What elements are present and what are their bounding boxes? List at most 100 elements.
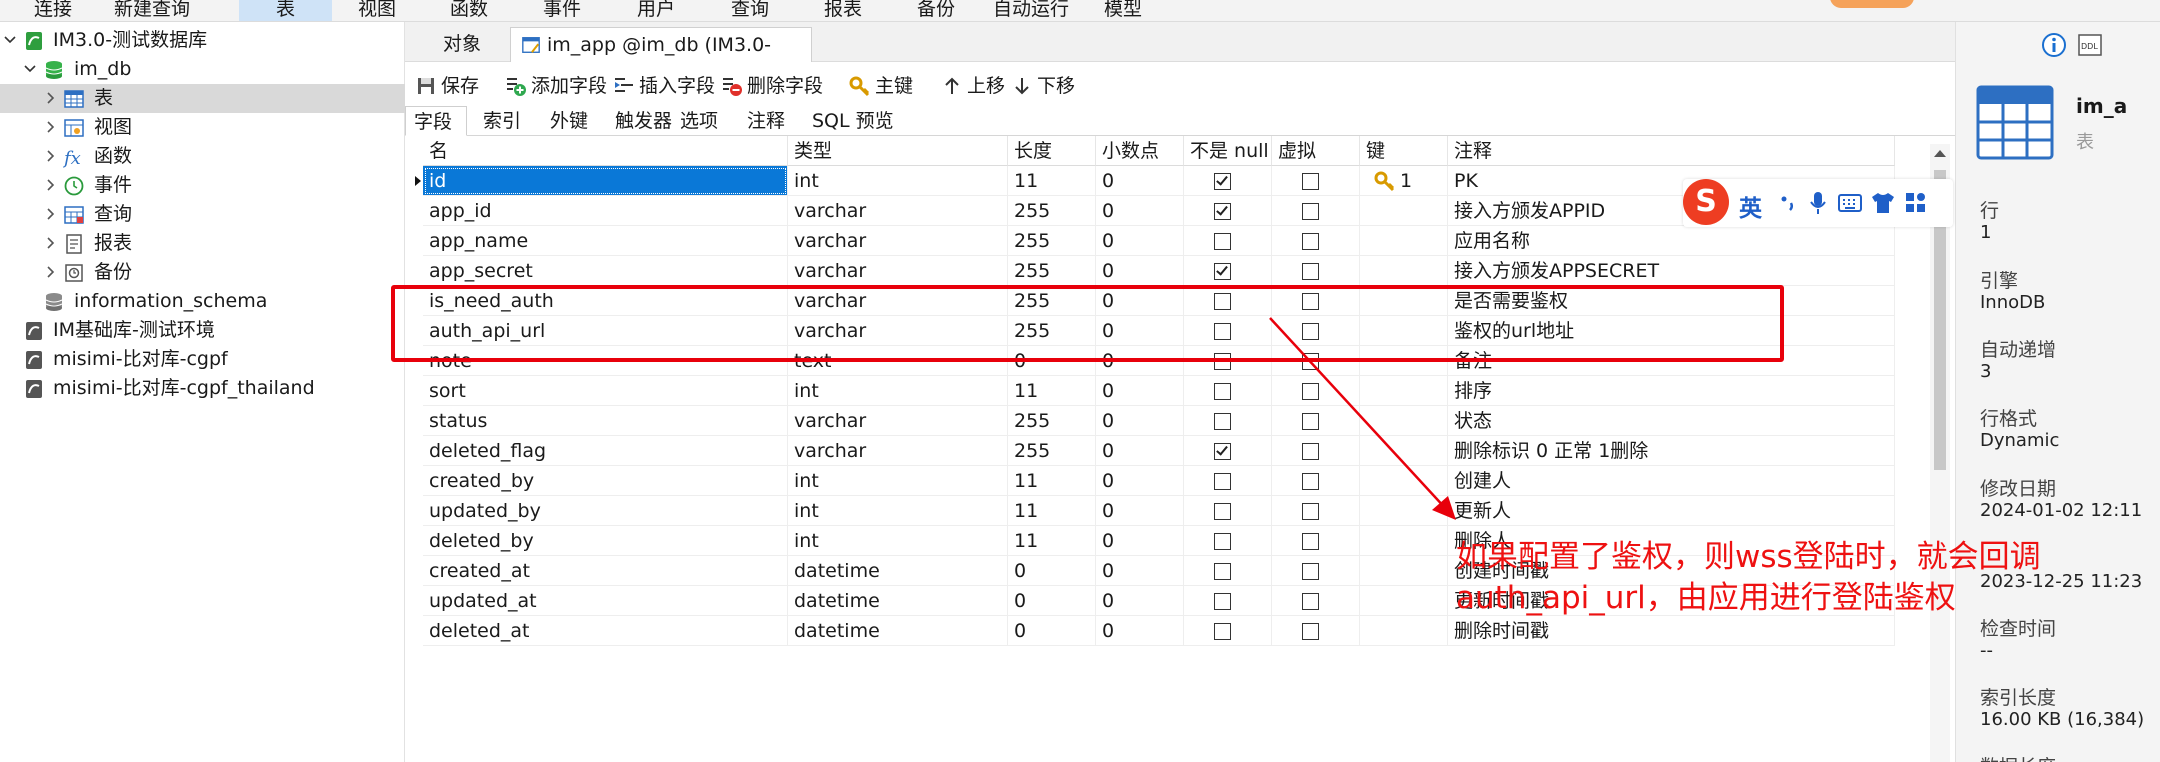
cell-comment[interactable]: 应用名称 bbox=[1448, 226, 1895, 256]
cell-comment[interactable]: 更新人 bbox=[1448, 496, 1895, 526]
cell-comment[interactable]: 排序 bbox=[1448, 376, 1895, 406]
cell-virtual[interactable] bbox=[1272, 256, 1360, 286]
tab-indexes[interactable]: 索引 bbox=[475, 106, 529, 136]
not-null-checkbox[interactable] bbox=[1214, 563, 1231, 580]
cell-comment[interactable]: 删除标识 0 正常 1删除 bbox=[1448, 436, 1895, 466]
col-header-decimals[interactable]: 小数点 bbox=[1096, 136, 1184, 166]
ime-toolbar[interactable]: S 英 bbox=[1683, 179, 1953, 227]
cell-not-null[interactable] bbox=[1184, 166, 1272, 196]
virtual-checkbox[interactable] bbox=[1302, 383, 1319, 400]
cell-comment[interactable]: 状态 bbox=[1448, 406, 1895, 436]
cell-name[interactable]: deleted_flag bbox=[423, 436, 788, 466]
cell-length[interactable]: 11 bbox=[1008, 166, 1096, 196]
cell-name[interactable]: created_by bbox=[423, 466, 788, 496]
cell-key[interactable] bbox=[1360, 526, 1448, 556]
cell-comment[interactable]: 接入方颁发APPSECRET bbox=[1448, 256, 1895, 286]
cell-not-null[interactable] bbox=[1184, 256, 1272, 286]
cell-decimals[interactable]: 0 bbox=[1096, 196, 1184, 226]
not-null-checkbox[interactable] bbox=[1214, 203, 1231, 220]
cell-type[interactable]: int bbox=[788, 166, 1008, 196]
menu-new-query[interactable]: 新建查询 bbox=[114, 0, 190, 21]
cell-length[interactable]: 0 bbox=[1008, 586, 1096, 616]
tab-triggers[interactable]: 触发器 bbox=[607, 106, 680, 136]
virtual-checkbox[interactable] bbox=[1302, 233, 1319, 250]
tree-item-misimi-cgpf-thailand[interactable]: misimi-比对库-cgpf_thailand bbox=[0, 374, 405, 403]
menu-model[interactable]: 模型 bbox=[1104, 0, 1142, 21]
cell-key[interactable] bbox=[1360, 226, 1448, 256]
cell-decimals[interactable]: 0 bbox=[1096, 586, 1184, 616]
cell-decimals[interactable]: 0 bbox=[1096, 166, 1184, 196]
cell-key[interactable] bbox=[1360, 586, 1448, 616]
cell-virtual[interactable] bbox=[1272, 586, 1360, 616]
virtual-checkbox[interactable] bbox=[1302, 563, 1319, 580]
virtual-checkbox[interactable] bbox=[1302, 203, 1319, 220]
cell-name[interactable]: app_id bbox=[423, 196, 788, 226]
table-row[interactable]: app_name varchar 255 0 应用名称 bbox=[405, 226, 1895, 256]
not-null-checkbox[interactable] bbox=[1214, 533, 1231, 550]
cell-decimals[interactable]: 0 bbox=[1096, 466, 1184, 496]
cell-type[interactable]: varchar bbox=[788, 406, 1008, 436]
delete-field-button[interactable]: 删除字段 bbox=[721, 70, 823, 102]
cell-length[interactable]: 255 bbox=[1008, 256, 1096, 286]
cell-virtual[interactable] bbox=[1272, 526, 1360, 556]
move-down-button[interactable]: 下移 bbox=[1011, 70, 1075, 102]
cell-name[interactable]: app_secret bbox=[423, 256, 788, 286]
cell-decimals[interactable]: 0 bbox=[1096, 496, 1184, 526]
primary-key-button[interactable]: 主键 bbox=[849, 70, 913, 102]
cell-length[interactable]: 11 bbox=[1008, 466, 1096, 496]
punctuation-icon[interactable] bbox=[1778, 193, 1798, 213]
cell-key[interactable] bbox=[1360, 496, 1448, 526]
cell-virtual[interactable] bbox=[1272, 436, 1360, 466]
menu-user[interactable]: 用户 bbox=[637, 0, 675, 21]
move-up-button[interactable]: 上移 bbox=[941, 70, 1005, 102]
cell-decimals[interactable]: 0 bbox=[1096, 526, 1184, 556]
virtual-checkbox[interactable] bbox=[1302, 443, 1319, 460]
menu-query[interactable]: 查询 bbox=[731, 0, 769, 21]
cell-length[interactable]: 255 bbox=[1008, 406, 1096, 436]
not-null-checkbox[interactable] bbox=[1214, 473, 1231, 490]
tree-item-backups[interactable]: 备份 bbox=[0, 258, 405, 287]
not-null-checkbox[interactable] bbox=[1214, 383, 1231, 400]
tree-item-functions[interactable]: fx 函数 bbox=[0, 142, 405, 171]
table-row[interactable]: status varchar 255 0 状态 bbox=[405, 406, 1895, 436]
cell-length[interactable]: 0 bbox=[1008, 616, 1096, 646]
col-header-length[interactable]: 长度 bbox=[1008, 136, 1096, 166]
cell-not-null[interactable] bbox=[1184, 406, 1272, 436]
menu-view[interactable]: 视图 bbox=[358, 0, 396, 21]
add-field-button[interactable]: 添加字段 bbox=[505, 70, 607, 102]
tab-foreign-keys[interactable]: 外键 bbox=[542, 106, 596, 136]
menu-report[interactable]: 报表 bbox=[824, 0, 862, 21]
not-null-checkbox[interactable] bbox=[1214, 443, 1231, 460]
virtual-checkbox[interactable] bbox=[1302, 413, 1319, 430]
cell-decimals[interactable]: 0 bbox=[1096, 406, 1184, 436]
chevron-down-icon[interactable] bbox=[24, 63, 36, 75]
ime-lang-toggle[interactable]: 英 bbox=[1739, 189, 1762, 223]
cell-decimals[interactable]: 0 bbox=[1096, 376, 1184, 406]
cell-comment[interactable]: 创建人 bbox=[1448, 466, 1895, 496]
tree-item-tables[interactable]: 表 bbox=[0, 84, 405, 113]
cell-name[interactable]: sort bbox=[423, 376, 788, 406]
cell-type[interactable]: datetime bbox=[788, 556, 1008, 586]
chevron-right-icon[interactable] bbox=[45, 208, 57, 220]
cell-not-null[interactable] bbox=[1184, 376, 1272, 406]
cell-name[interactable]: status bbox=[423, 406, 788, 436]
cell-not-null[interactable] bbox=[1184, 226, 1272, 256]
cell-name[interactable]: updated_by bbox=[423, 496, 788, 526]
cell-length[interactable]: 0 bbox=[1008, 556, 1096, 586]
cell-type[interactable]: varchar bbox=[788, 256, 1008, 286]
table-row[interactable]: sort int 11 0 排序 bbox=[405, 376, 1895, 406]
cell-key[interactable] bbox=[1360, 436, 1448, 466]
tree-item-views[interactable]: 视图 bbox=[0, 113, 405, 142]
cell-key[interactable] bbox=[1360, 196, 1448, 226]
save-button[interactable]: 保存 bbox=[415, 70, 479, 102]
cell-virtual[interactable] bbox=[1272, 196, 1360, 226]
cell-not-null[interactable] bbox=[1184, 196, 1272, 226]
cell-type[interactable]: int bbox=[788, 496, 1008, 526]
cell-key[interactable] bbox=[1360, 466, 1448, 496]
tree-item-misimi-cgpf[interactable]: misimi-比对库-cgpf bbox=[0, 345, 405, 374]
table-row[interactable]: deleted_flag varchar 255 0 删除标识 0 正常 1删除 bbox=[405, 436, 1895, 466]
col-header-name[interactable]: 名 bbox=[423, 136, 788, 166]
microphone-icon[interactable] bbox=[1808, 190, 1828, 216]
cell-not-null[interactable] bbox=[1184, 436, 1272, 466]
table-row[interactable]: created_by int 11 0 创建人 bbox=[405, 466, 1895, 496]
